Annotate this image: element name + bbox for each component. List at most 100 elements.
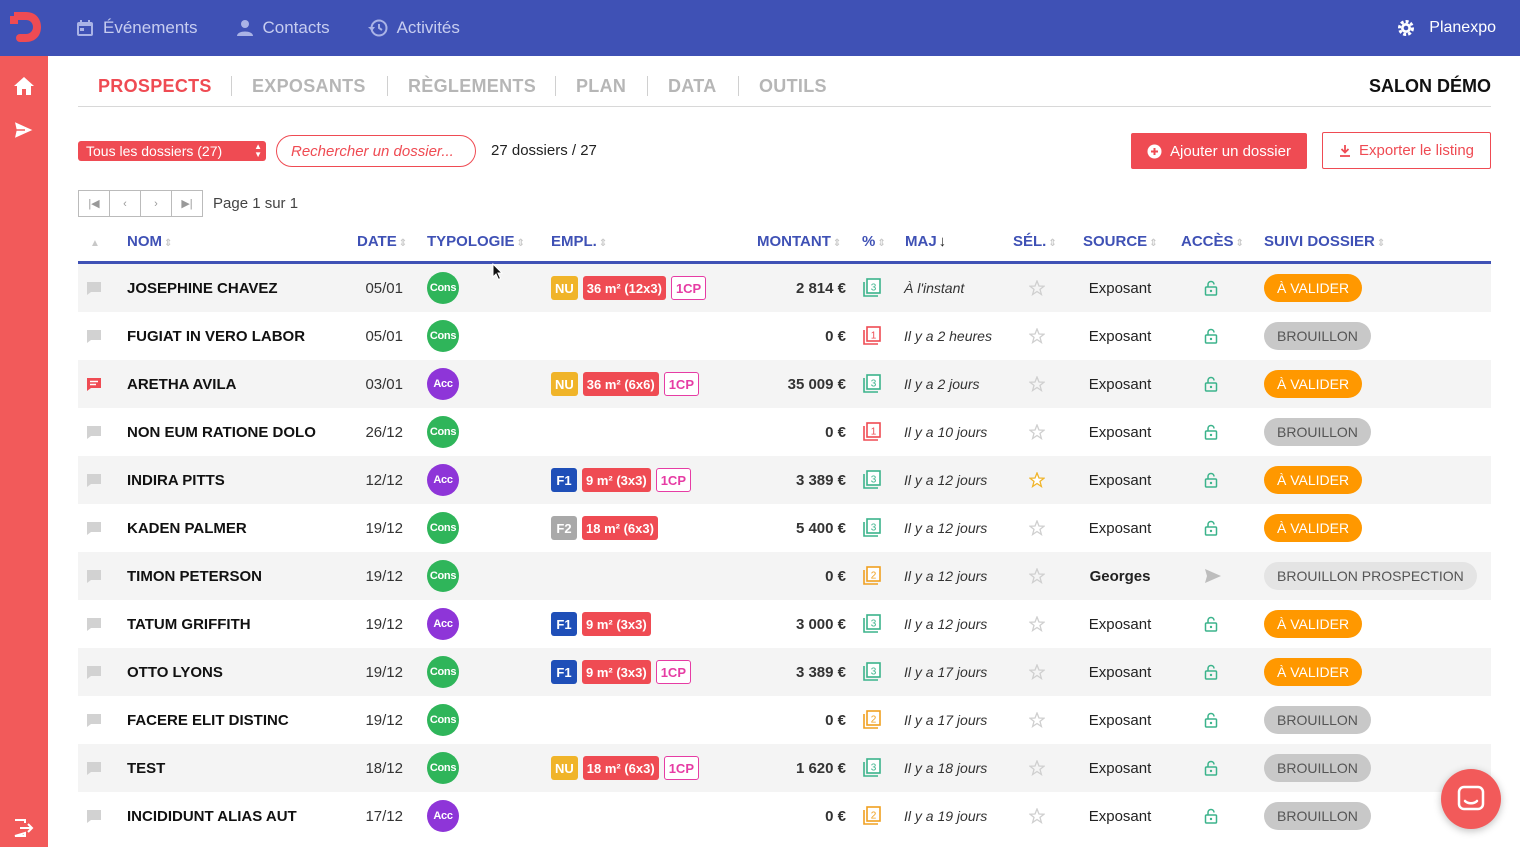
- table-row[interactable]: FUGIAT IN VERO LABOR 05/01 Cons 0 € 1 Il y a …: [78, 312, 1491, 360]
- star-toggle[interactable]: [1029, 600, 1045, 648]
- comment-cell[interactable]: [86, 456, 102, 504]
- folder-filter-select[interactable]: Tous les dossiers (27) ▲ ▼: [78, 141, 266, 161]
- star-toggle[interactable]: [1029, 408, 1045, 456]
- status-badge[interactable]: BROUILLON: [1264, 754, 1371, 782]
- nav-activites[interactable]: Activités: [367, 18, 460, 38]
- status-badge[interactable]: BROUILLON: [1264, 802, 1371, 830]
- table-row[interactable]: NON EUM RATIONE DOLO 26/12 Cons 0 € 1 Il y a …: [78, 408, 1491, 456]
- comment-cell[interactable]: [86, 696, 102, 744]
- status-badge[interactable]: BROUILLON PROSPECTION: [1264, 562, 1477, 590]
- access-cell[interactable]: [1204, 792, 1218, 840]
- status-badge[interactable]: À VALIDER: [1264, 370, 1363, 398]
- folder-name[interactable]: INDIRA PITTS: [127, 456, 225, 504]
- access-cell[interactable]: [1204, 648, 1218, 696]
- access-cell[interactable]: [1204, 552, 1222, 600]
- folder-name[interactable]: FACERE ELIT DISTINC: [127, 696, 289, 744]
- org-settings[interactable]: Planexpo: [1396, 0, 1496, 56]
- access-cell[interactable]: [1204, 456, 1218, 504]
- access-cell[interactable]: [1204, 312, 1218, 360]
- access-cell[interactable]: [1204, 264, 1218, 312]
- sidebar-home[interactable]: [12, 74, 36, 98]
- star-toggle[interactable]: [1029, 456, 1045, 504]
- tab-plan[interactable]: PLAN: [576, 76, 626, 97]
- document-status-cell[interactable]: 3: [862, 600, 882, 648]
- document-status-cell[interactable]: 2: [862, 696, 882, 744]
- document-status-cell[interactable]: 1: [862, 408, 882, 456]
- star-toggle[interactable]: [1029, 696, 1045, 744]
- tab-outils[interactable]: OUTILS: [759, 76, 827, 97]
- tab-reglements[interactable]: RÈGLEMENTS: [408, 76, 536, 97]
- star-toggle[interactable]: [1029, 648, 1045, 696]
- column-date[interactable]: DATE ⇕: [357, 233, 407, 250]
- last-page-button[interactable]: ▶|: [171, 190, 203, 217]
- status-badge[interactable]: À VALIDER: [1264, 658, 1363, 686]
- folder-name[interactable]: INCIDIDUNT ALIAS AUT: [127, 792, 297, 840]
- document-status-cell[interactable]: 3: [862, 360, 882, 408]
- table-row[interactable]: ARETHA AVILA 03/01 Acc NU 36 m² (6x6) 1CP 35 0…: [78, 360, 1491, 408]
- next-page-button[interactable]: ›: [140, 190, 172, 217]
- search-input[interactable]: [276, 135, 476, 167]
- column-nom[interactable]: NOM ⇕: [127, 233, 172, 250]
- access-cell[interactable]: [1204, 408, 1218, 456]
- table-row[interactable]: OTTO LYONS 19/12 Cons F1 9 m² (3x3) 1CP 3 389 …: [78, 648, 1491, 696]
- comment-cell[interactable]: [86, 600, 102, 648]
- star-toggle[interactable]: [1029, 312, 1045, 360]
- column-suivi[interactable]: SUIVI DOSSIER ⇕: [1264, 233, 1385, 250]
- comment-cell[interactable]: [86, 744, 102, 792]
- table-row[interactable]: FACERE ELIT DISTINC 19/12 Cons 0 € 2 Il y a 1…: [78, 696, 1491, 744]
- column-source[interactable]: SOURCE ⇕: [1083, 233, 1158, 250]
- document-status-cell[interactable]: 2: [862, 792, 882, 840]
- column-pct[interactable]: % ⇕: [862, 233, 886, 250]
- document-status-cell[interactable]: 3: [862, 744, 882, 792]
- document-status-cell[interactable]: 3: [862, 264, 882, 312]
- status-badge[interactable]: À VALIDER: [1264, 610, 1363, 638]
- column-acces[interactable]: ACCÈS ⇕: [1181, 233, 1244, 250]
- prev-page-button[interactable]: ‹: [109, 190, 141, 217]
- column-empl[interactable]: EMPL. ⇕: [551, 233, 607, 250]
- tab-data[interactable]: DATA: [668, 76, 717, 97]
- sort-comments-header[interactable]: ▲: [88, 233, 100, 250]
- comment-cell[interactable]: [86, 264, 102, 312]
- comment-cell[interactable]: [86, 504, 102, 552]
- tab-exposants[interactable]: EXPOSANTS: [252, 76, 366, 97]
- access-cell[interactable]: [1204, 600, 1218, 648]
- star-toggle[interactable]: [1029, 744, 1045, 792]
- chat-button[interactable]: [1441, 769, 1501, 829]
- status-badge[interactable]: BROUILLON: [1264, 706, 1371, 734]
- folder-name[interactable]: TEST: [127, 744, 165, 792]
- star-toggle[interactable]: [1029, 264, 1045, 312]
- status-badge[interactable]: BROUILLON: [1264, 322, 1371, 350]
- column-maj[interactable]: MAJ ↓: [905, 233, 946, 250]
- app-logo[interactable]: [8, 8, 44, 46]
- column-sel[interactable]: SÉL. ⇕: [1013, 233, 1057, 250]
- document-status-cell[interactable]: 3: [862, 456, 882, 504]
- folder-name[interactable]: NON EUM RATIONE DOLO: [127, 408, 316, 456]
- column-typologie[interactable]: TYPOLOGIE ⇕: [427, 233, 525, 250]
- folder-name[interactable]: TIMON PETERSON: [127, 552, 262, 600]
- tab-prospects[interactable]: PROSPECTS: [98, 76, 212, 97]
- table-row[interactable]: TEST 18/12 Cons NU 18 m² (6x3) 1CP 1 620 € 3 Il …: [78, 744, 1491, 792]
- document-status-cell[interactable]: 1: [862, 312, 882, 360]
- status-badge[interactable]: BROUILLON: [1264, 418, 1371, 446]
- folder-name[interactable]: OTTO LYONS: [127, 648, 223, 696]
- star-toggle[interactable]: [1029, 504, 1045, 552]
- status-badge[interactable]: À VALIDER: [1264, 466, 1363, 494]
- add-folder-button[interactable]: Ajouter un dossier: [1131, 133, 1307, 169]
- star-toggle[interactable]: [1029, 792, 1045, 840]
- folder-name[interactable]: FUGIAT IN VERO LABOR: [127, 312, 305, 360]
- table-row[interactable]: TATUM GRIFFITH 19/12 Acc F1 9 m² (3x3) 3 000 …: [78, 600, 1491, 648]
- column-montant[interactable]: MONTANT ⇕: [757, 233, 841, 250]
- table-row[interactable]: INDIRA PITTS 12/12 Acc F1 9 m² (3x3) 1CP 3 389…: [78, 456, 1491, 504]
- document-status-cell[interactable]: 2: [862, 552, 882, 600]
- status-badge[interactable]: À VALIDER: [1264, 274, 1363, 302]
- table-row[interactable]: JOSEPHINE CHAVEZ 05/01 Cons NU 36 m² (12x3) 1…: [78, 264, 1491, 312]
- comment-cell[interactable]: [86, 408, 102, 456]
- comment-cell[interactable]: [86, 648, 102, 696]
- folder-name[interactable]: JOSEPHINE CHAVEZ: [127, 264, 278, 312]
- table-row[interactable]: KADEN PALMER 19/12 Cons F2 18 m² (6x3) 5 400 …: [78, 504, 1491, 552]
- sidebar-logout[interactable]: [12, 816, 36, 840]
- first-page-button[interactable]: |◀: [78, 190, 110, 217]
- star-toggle[interactable]: [1029, 552, 1045, 600]
- comment-cell[interactable]: [86, 792, 102, 840]
- folder-name[interactable]: TATUM GRIFFITH: [127, 600, 251, 648]
